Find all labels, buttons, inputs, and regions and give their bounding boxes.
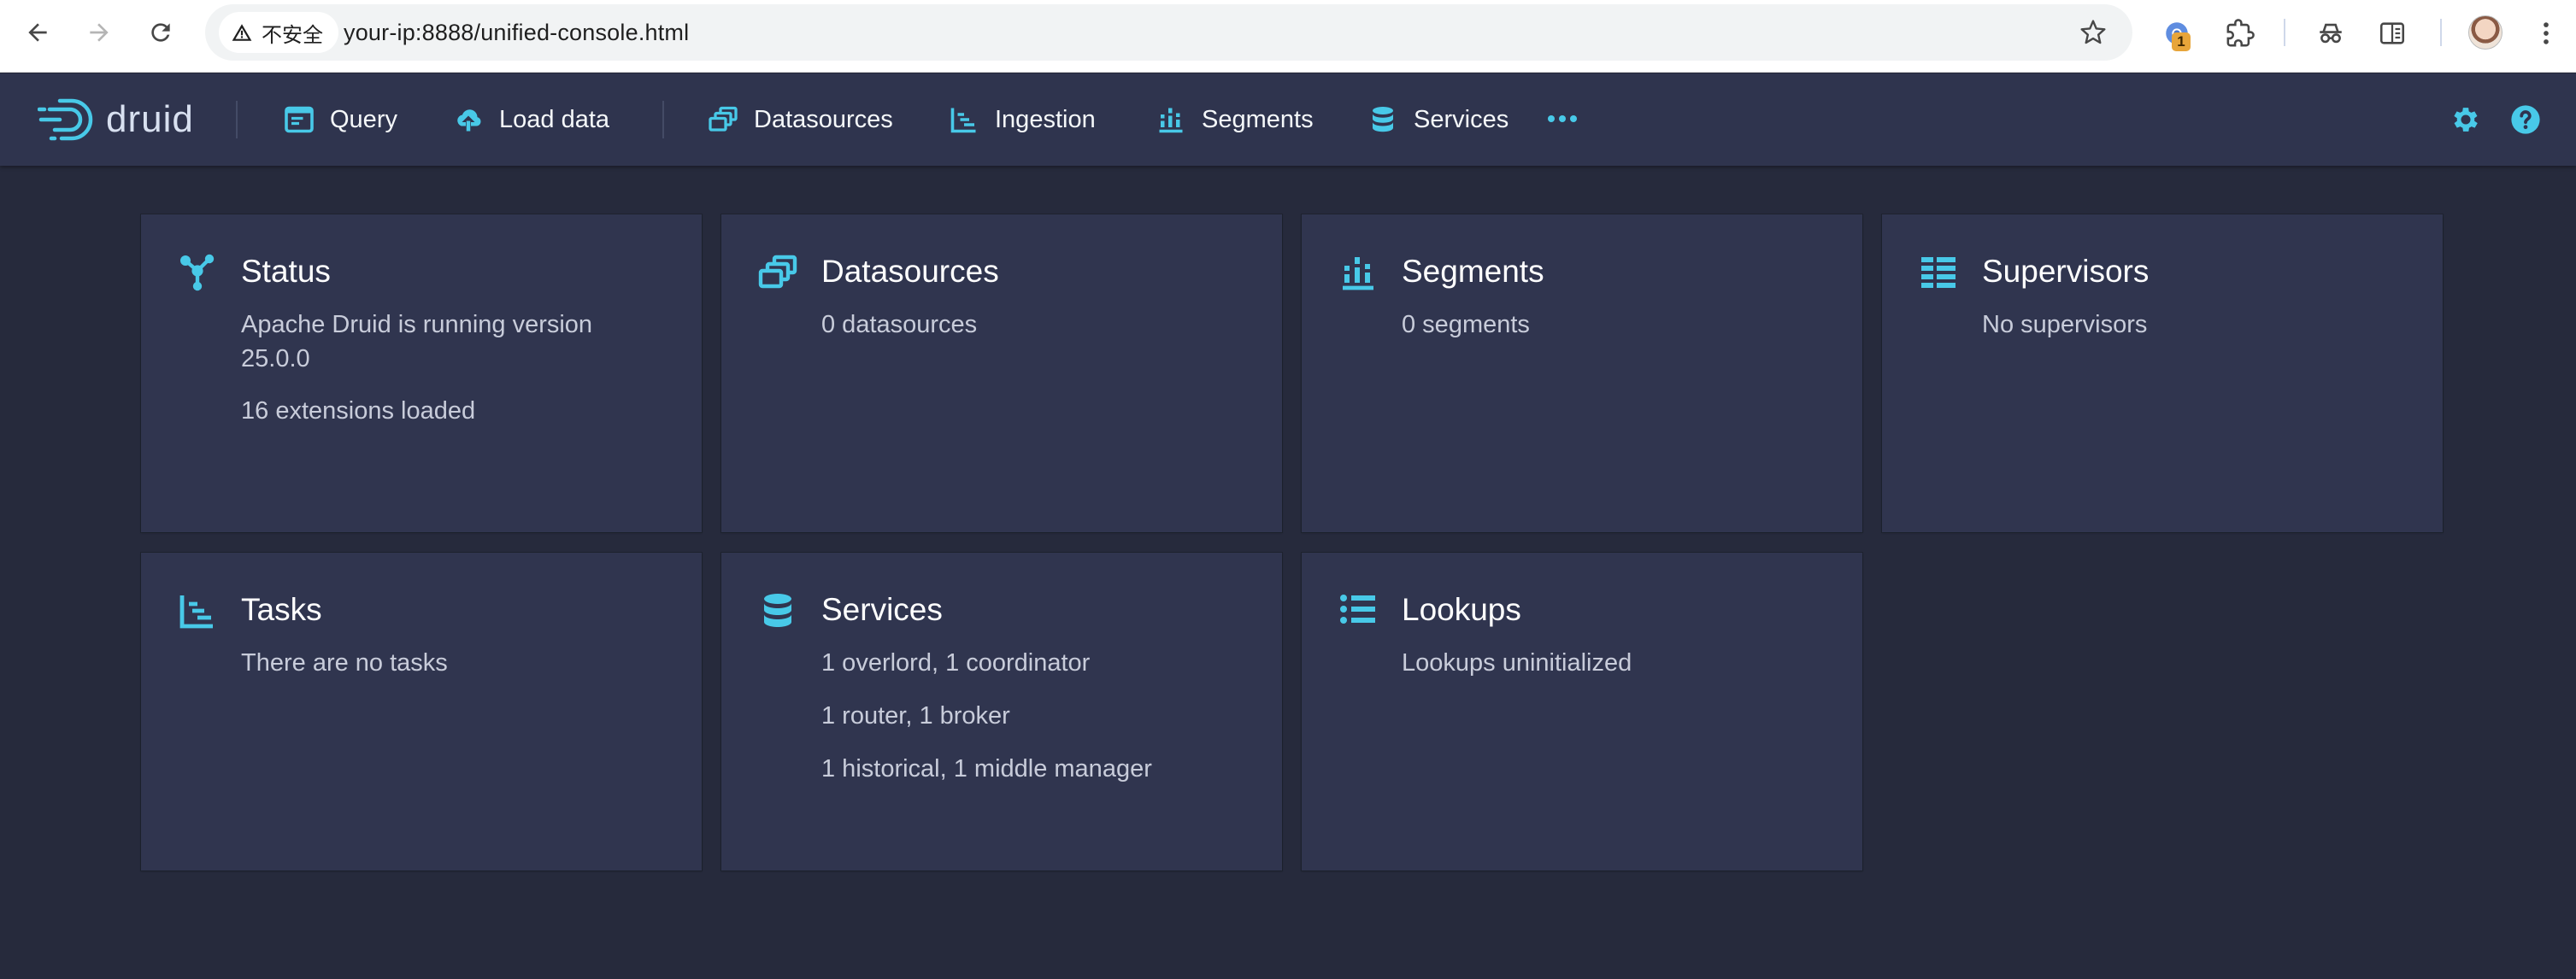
gear-icon[interactable] xyxy=(2450,103,2482,136)
navbar-divider xyxy=(236,101,238,138)
navbar-divider xyxy=(662,101,664,138)
extension-badge: 1 xyxy=(2172,32,2191,51)
nav-segments[interactable]: Segments xyxy=(1156,94,1314,145)
nav-ingestion[interactable]: Ingestion xyxy=(949,94,1096,145)
lookups-title: Lookups xyxy=(1402,592,1521,627)
services-card[interactable]: Services 1 overlord, 1 coordinator 1 rou… xyxy=(721,553,1282,871)
extensions-menu-button[interactable] xyxy=(2224,17,2256,50)
security-label: 不安全 xyxy=(262,23,323,47)
puzzle-icon xyxy=(2226,19,2255,47)
datasources-card[interactable]: Datasources 0 datasources xyxy=(721,214,1282,532)
segments-card[interactable]: Segments 0 segments xyxy=(1302,214,1862,532)
lookups-status: Lookups uninitialized xyxy=(1402,649,1632,677)
profile-avatar[interactable] xyxy=(2468,15,2502,50)
nav-segments-label: Segments xyxy=(1202,105,1314,133)
datasources-count: 0 datasources xyxy=(821,311,978,338)
toolbar-divider xyxy=(2440,19,2442,46)
incognito-button[interactable] xyxy=(2314,17,2347,50)
nav-services[interactable]: Services xyxy=(1367,94,1509,145)
sidepanel-icon xyxy=(2379,22,2405,44)
incognito-icon xyxy=(2320,23,2342,44)
druid-navbar: druid Query Load data Datasources Ingest… xyxy=(0,73,2576,166)
supervisors-list-icon xyxy=(1921,257,1956,288)
segments-count: 0 segments xyxy=(1402,311,1530,338)
nav-load-data-label: Load data xyxy=(499,105,610,133)
address-bar[interactable]: 不安全 your-ip:8888/unified-console.html xyxy=(205,4,2132,61)
database-icon xyxy=(764,594,791,627)
status-version-number: 25.0.0 xyxy=(241,345,310,372)
datasources-title: Datasources xyxy=(821,254,999,289)
tasks-status: There are no tasks xyxy=(241,649,448,677)
lookups-list-icon xyxy=(1340,595,1375,624)
nav-datasources-label: Datasources xyxy=(754,105,893,133)
lookups-card[interactable]: Lookups Lookups uninitialized xyxy=(1302,553,1862,871)
tasks-title: Tasks xyxy=(241,592,322,627)
warning-icon xyxy=(232,24,252,41)
services-line-1: 1 overlord, 1 coordinator xyxy=(821,649,1091,677)
nav-query[interactable]: Query xyxy=(284,94,397,145)
datasources-icon xyxy=(709,106,738,132)
cloud-upload-icon xyxy=(457,109,481,132)
toolbar-divider xyxy=(2284,19,2285,46)
arrow-left-icon xyxy=(28,23,47,42)
url-text[interactable]: your-ip:8888/unified-console.html xyxy=(344,4,689,61)
segments-title: Segments xyxy=(1402,254,1544,289)
browser-menu-button[interactable] xyxy=(2530,17,2562,50)
tasks-card[interactable]: Tasks There are no tasks xyxy=(141,553,702,871)
nav-datasources[interactable]: Datasources xyxy=(708,94,893,145)
query-icon xyxy=(285,106,314,133)
nav-ingestion-label: Ingestion xyxy=(995,105,1096,133)
supervisors-card[interactable]: Supervisors No supervisors xyxy=(1882,214,2443,532)
segments-icon xyxy=(1343,257,1373,290)
logo-text: druid xyxy=(106,98,194,140)
services-line-2: 1 router, 1 broker xyxy=(821,702,1010,730)
reading-list-button[interactable] xyxy=(2376,17,2408,50)
services-title: Services xyxy=(821,592,943,627)
status-extensions-line: 16 extensions loaded xyxy=(241,397,476,425)
status-card[interactable]: Status Apache Druid is running version 2… xyxy=(141,214,702,532)
segments-icon xyxy=(1159,108,1183,133)
arrow-right-icon xyxy=(90,23,109,42)
security-chip[interactable]: 不安全 xyxy=(219,12,338,53)
reload-icon xyxy=(151,23,170,42)
forward-button[interactable] xyxy=(82,15,116,50)
browser-toolbar: 不安全 your-ip:8888/unified-console.html 1 xyxy=(0,0,2576,73)
druid-logo[interactable]: druid xyxy=(38,94,194,145)
nav-load-data[interactable]: Load data xyxy=(453,94,609,145)
reload-button[interactable] xyxy=(144,15,178,50)
nav-services-label: Services xyxy=(1414,105,1509,133)
kebab-menu-icon xyxy=(2544,22,2549,44)
help-icon[interactable] xyxy=(2509,103,2542,136)
status-title: Status xyxy=(241,254,331,289)
ingestion-icon xyxy=(950,108,976,133)
database-icon xyxy=(1373,107,1393,132)
status-version-line: Apache Druid is running version xyxy=(241,311,593,338)
supervisors-count: No supervisors xyxy=(1982,311,2148,338)
status-graph-icon xyxy=(180,254,215,291)
services-line-3: 1 historical, 1 middle manager xyxy=(821,755,1152,783)
supervisors-title: Supervisors xyxy=(1982,254,2150,289)
bookmark-star-icon[interactable] xyxy=(2079,19,2107,46)
back-button[interactable] xyxy=(21,15,55,50)
more-icon[interactable] xyxy=(1545,106,1579,132)
datasources-icon xyxy=(758,255,797,289)
druid-logo-icon xyxy=(38,98,93,141)
tasks-icon xyxy=(179,595,213,629)
nav-query-label: Query xyxy=(330,105,397,133)
